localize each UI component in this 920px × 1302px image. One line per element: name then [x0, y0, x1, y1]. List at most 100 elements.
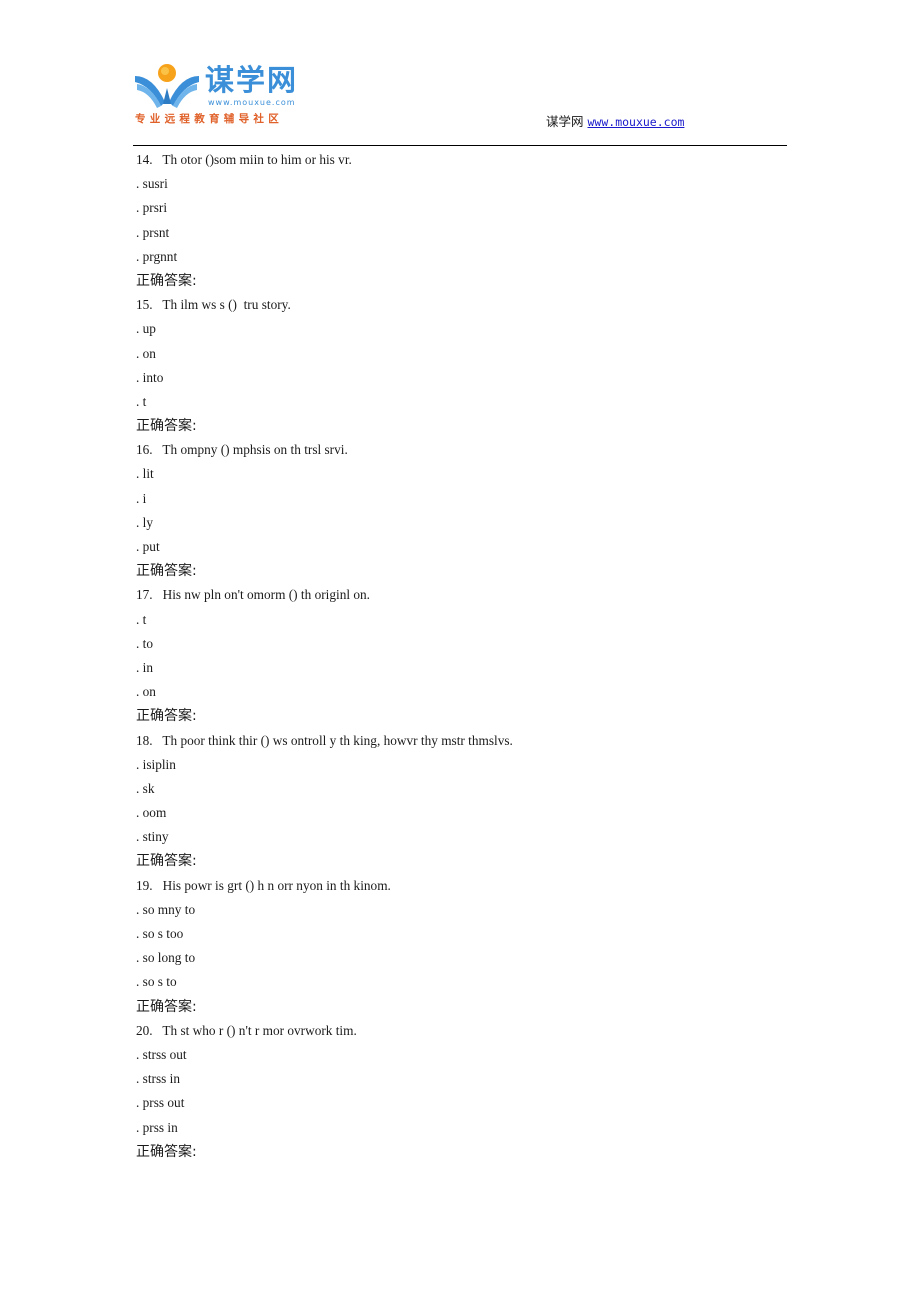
option-bullet: .	[136, 1095, 143, 1111]
option-text: t	[142, 393, 147, 409]
question-stem: 15. Th ilm ws s () tru story.	[136, 293, 786, 317]
answer-option[interactable]: . lit	[136, 462, 786, 486]
question-stem: 16. Th ompny () mphsis on th trsl srvi.	[136, 438, 786, 462]
logo-url: www.mouxue.com	[208, 98, 296, 107]
question-stem: 14. Th otor ()som miin to him or his vr.	[136, 148, 786, 172]
option-bullet: .	[136, 224, 143, 240]
option-text: in	[142, 659, 153, 675]
answer-option[interactable]: . prss in	[136, 1116, 786, 1140]
question-block: 16. Th ompny () mphsis on th trsl srvi..…	[136, 438, 786, 583]
option-text: susri	[142, 176, 168, 192]
option-text: on	[142, 345, 156, 361]
answer-option[interactable]: . sk	[136, 777, 786, 801]
option-text: strss out	[142, 1046, 187, 1062]
question-list: 14. Th otor ()som miin to him or his vr.…	[136, 148, 786, 1164]
option-text: so long to	[142, 950, 196, 966]
answer-option[interactable]: . so s too	[136, 922, 786, 946]
option-bullet: .	[136, 974, 143, 990]
answer-option[interactable]: . on	[136, 680, 786, 704]
option-bullet: .	[136, 1046, 143, 1062]
question-text: Th otor ()som miin to him or his vr.	[162, 152, 352, 167]
option-text: lit	[142, 466, 154, 482]
option-bullet: .	[136, 466, 143, 482]
option-text: t	[142, 611, 147, 627]
site-link[interactable]: www.mouxue.com	[588, 115, 685, 129]
answer-option[interactable]: . prgnnt	[136, 245, 786, 269]
answer-option[interactable]: . put	[136, 535, 786, 559]
option-text: prsnt	[142, 224, 170, 240]
question-block: 14. Th otor ()som miin to him or his vr.…	[136, 148, 786, 293]
option-bullet: .	[136, 926, 143, 941]
option-text: prsri	[142, 200, 168, 216]
answer-option[interactable]: . isiplin	[136, 753, 786, 777]
logo-slogan: 专业远程教育辅导社区	[135, 113, 283, 125]
option-bullet: .	[136, 901, 143, 917]
answer-option[interactable]: . so mny to	[136, 898, 786, 922]
header-divider	[133, 145, 787, 146]
question-number: 17.	[136, 587, 153, 603]
option-text: up	[142, 321, 156, 337]
option-bullet: .	[136, 321, 143, 337]
answer-option[interactable]: . t	[136, 390, 786, 414]
answer-option[interactable]: . into	[136, 366, 786, 390]
option-text: put	[142, 539, 160, 554]
option-bullet: .	[136, 514, 143, 530]
correct-answer-label: 正确答案:	[136, 1143, 197, 1160]
answer-option[interactable]: . to	[136, 632, 786, 656]
question-number: 16.	[136, 442, 153, 458]
option-text: prss in	[142, 1119, 178, 1135]
answer-option[interactable]: . prsri	[136, 196, 786, 220]
answer-option[interactable]: . i	[136, 487, 786, 511]
question-number: 14.	[136, 152, 153, 167]
option-text: prss out	[142, 1095, 185, 1111]
answer-option[interactable]: . so s to	[136, 970, 786, 994]
question-block: 17. His nw pln on't omorm () th originl …	[136, 583, 786, 728]
answer-option[interactable]: . strss out	[136, 1043, 786, 1067]
site-name: 谋学网	[546, 114, 584, 129]
answer-option[interactable]: . up	[136, 317, 786, 341]
question-number: 20.	[136, 1022, 153, 1038]
question-stem: 20. Th st who r () n't r mor ovrwork tim…	[136, 1019, 786, 1043]
correct-answer-label: 正确答案:	[136, 853, 197, 870]
option-bullet: .	[136, 756, 143, 772]
option-bullet: .	[136, 1119, 143, 1135]
option-bullet: .	[136, 176, 143, 192]
answer-option[interactable]: . in	[136, 656, 786, 680]
option-text: ly	[142, 514, 153, 530]
option-text: so mny to	[142, 901, 196, 917]
option-text: i	[142, 490, 147, 506]
correct-answer-label: 正确答案:	[136, 272, 197, 289]
site-logo[interactable]: 谋学网 www.mouxue.com 专业远程教育辅导社区	[133, 62, 313, 125]
answer-option[interactable]: . t	[136, 608, 786, 632]
option-text: so s to	[142, 974, 177, 990]
answer-option[interactable]: . so long to	[136, 946, 786, 970]
option-bullet: .	[136, 200, 143, 216]
book-sun-logo-icon	[135, 64, 199, 108]
correct-answer-label: 正确答案:	[136, 418, 197, 435]
answer-option[interactable]: . ly	[136, 511, 786, 535]
option-text: prgnnt	[142, 248, 178, 264]
option-bullet: .	[136, 805, 143, 821]
answer-option[interactable]: . strss in	[136, 1067, 786, 1091]
answer-option[interactable]: . susri	[136, 172, 786, 196]
option-bullet: .	[136, 684, 143, 700]
option-text: stiny	[142, 829, 169, 845]
answer-option[interactable]: . prss out	[136, 1091, 786, 1115]
option-bullet: .	[136, 345, 143, 361]
answer-option[interactable]: . stiny	[136, 825, 786, 849]
question-number: 15.	[136, 297, 153, 313]
question-stem: 17. His nw pln on't omorm () th originl …	[136, 583, 786, 607]
question-text: His powr is grt () h n orr nyon in th ki…	[162, 877, 391, 893]
answer-option[interactable]: . prsnt	[136, 221, 786, 245]
answer-option[interactable]: . oom	[136, 801, 786, 825]
answer-option[interactable]: . on	[136, 342, 786, 366]
option-bullet: .	[136, 369, 143, 385]
question-number: 18.	[136, 732, 153, 748]
option-bullet: .	[136, 829, 143, 845]
question-block: 15. Th ilm ws s () tru story.. up. on. i…	[136, 293, 786, 438]
